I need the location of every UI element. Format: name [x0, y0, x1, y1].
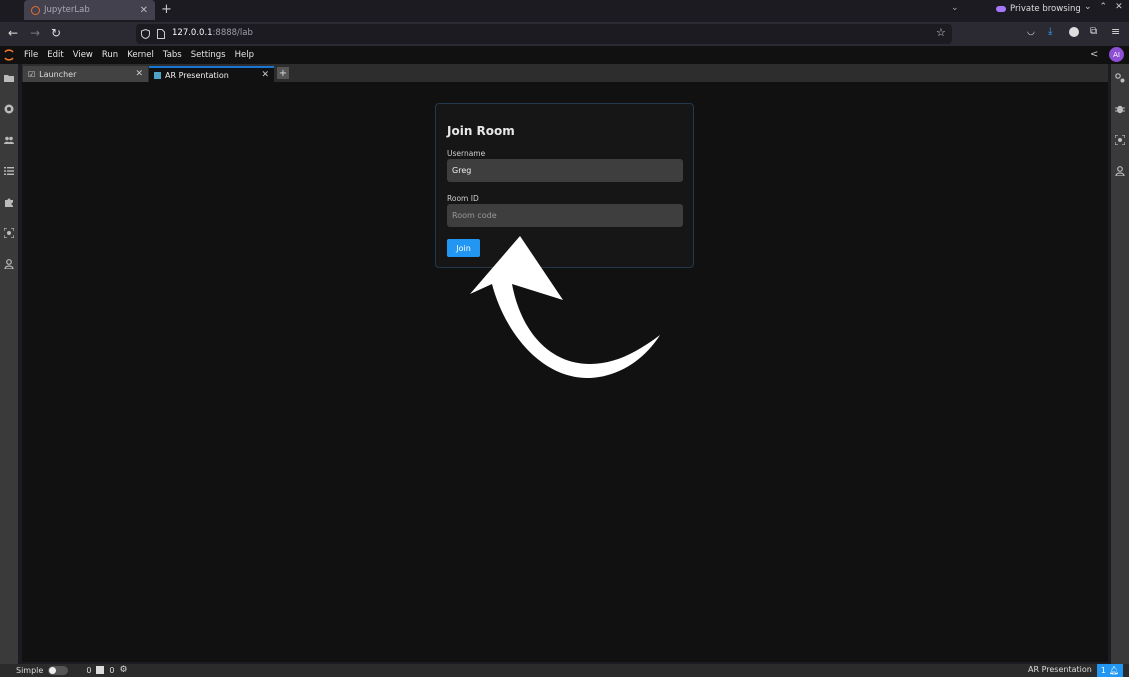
folder-icon[interactable] — [4, 73, 14, 83]
kernel-gear-icon: ⚙ — [119, 665, 128, 675]
collaborators-icon[interactable] — [4, 135, 14, 145]
url-text[interactable]: 127.0.0.1:8888/lab — [172, 28, 253, 38]
close-tab-icon[interactable]: ✕ — [140, 5, 148, 16]
browser-tab-strip: JupyterLab ✕ + ⌄ Private browsing ⌄ ⌃ ✕ — [0, 0, 1129, 22]
new-tab-button[interactable]: + — [161, 2, 172, 17]
bookmark-star-icon[interactable]: ☆ — [936, 26, 946, 39]
room-id-input[interactable] — [447, 204, 683, 227]
running-sessions-icon[interactable] — [4, 104, 14, 114]
menu-kernel[interactable]: Kernel — [127, 50, 154, 60]
jupyter-favicon-icon — [31, 5, 40, 15]
browser-tab-title: JupyterLab — [44, 5, 90, 15]
url-host: 127.0.0.1 — [172, 28, 213, 38]
close-window-icon[interactable]: ✕ — [1115, 2, 1123, 12]
widget-icon — [154, 71, 161, 79]
url-path: :8888/lab — [212, 28, 253, 38]
forward-arrow-icon[interactable]: → — [30, 26, 40, 40]
shield-icon — [141, 29, 150, 39]
extension-puzzle-icon[interactable] — [4, 197, 14, 207]
username-label: Username — [447, 149, 486, 158]
menu-settings[interactable]: Settings — [191, 50, 226, 60]
status-left: Simple 0 0 ⚙ — [16, 665, 128, 675]
menu-run[interactable]: Run — [102, 50, 118, 60]
bell-icon: 🔔︎ — [1108, 666, 1120, 675]
join-room-title: Join Room — [447, 124, 515, 138]
tab-launcher-label: Launcher — [39, 69, 77, 79]
back-arrow-icon[interactable]: ← — [8, 26, 18, 40]
menu-edit[interactable]: Edit — [47, 50, 63, 60]
menu-tabs[interactable]: Tabs — [163, 50, 182, 60]
menu-file[interactable]: File — [24, 50, 38, 60]
room-id-label: Room ID — [447, 194, 479, 203]
terminal-icon — [96, 666, 105, 674]
kernel-count[interactable]: 0 — [109, 666, 114, 675]
simple-mode-toggle[interactable] — [48, 665, 69, 675]
tab-ar-presentation-label: AR Presentation — [165, 70, 229, 80]
right-sidebar — [1111, 64, 1129, 664]
close-icon[interactable]: ✕ — [135, 69, 143, 79]
account-icon[interactable] — [1069, 27, 1079, 37]
window-controls: ⌄ ⌃ ✕ — [1084, 2, 1123, 12]
page-icon — [157, 29, 165, 39]
browser-tab[interactable]: JupyterLab ✕ — [24, 0, 155, 20]
camera-focus-icon[interactable] — [1115, 135, 1125, 145]
table-of-contents-icon[interactable] — [4, 166, 14, 176]
camera-focus-icon[interactable] — [4, 228, 14, 238]
private-browsing-label: Private browsing — [1010, 4, 1081, 14]
debugger-bug-icon[interactable] — [1115, 104, 1125, 114]
extensions-icon[interactable]: ⧉ — [1090, 26, 1097, 37]
chevron-down-icon[interactable]: ⌄ — [951, 3, 959, 13]
add-tab-button[interactable]: + — [277, 67, 289, 79]
terminal-count[interactable]: 0 — [86, 666, 91, 675]
status-bar: Simple 0 0 ⚙ AR Presentation 1 🔔︎ — [0, 664, 1129, 677]
notification-button[interactable]: 1 🔔︎ — [1097, 664, 1123, 677]
tab-ar-presentation[interactable]: AR Presentation ✕ — [149, 66, 274, 82]
left-sidebar — [0, 64, 18, 664]
share-icon[interactable]: < — [1090, 49, 1098, 60]
launcher-icon: ☑ — [28, 69, 36, 79]
notification-count: 1 — [1100, 666, 1106, 675]
property-inspector-icon[interactable] — [1115, 73, 1125, 83]
private-mask-icon — [996, 6, 1006, 12]
user-icon[interactable] — [1115, 166, 1125, 176]
curved-arrow-icon — [470, 236, 660, 378]
browser-navbar: ← → ↻ 127.0.0.1:8888/lab ☆ ◡ ⤓ ⧉ ≡ — [0, 22, 1129, 46]
avatar[interactable]: AI — [1109, 47, 1124, 62]
dock-tab-bar: ☑ Launcher ✕ AR Presentation ✕ + — [22, 64, 1108, 82]
close-icon[interactable]: ✕ — [261, 70, 269, 80]
chevron-up-icon[interactable]: ⌃ — [1100, 2, 1108, 12]
reload-icon[interactable]: ↻ — [51, 26, 61, 40]
chevron-down-icon[interactable]: ⌄ — [1084, 2, 1092, 12]
menu-view[interactable]: View — [73, 50, 93, 60]
url-bar[interactable]: 127.0.0.1:8888/lab ☆ — [136, 24, 952, 44]
jupyter-logo-icon — [0, 46, 18, 64]
pocket-icon[interactable]: ◡ — [1027, 27, 1035, 37]
jupyter-menubar: File Edit View Run Kernel Tabs Settings … — [0, 46, 1129, 64]
user-icon[interactable] — [4, 259, 14, 269]
private-browsing-indicator: Private browsing — [996, 4, 1081, 14]
simple-mode-label: Simple — [16, 665, 44, 675]
menu-help[interactable]: Help — [235, 50, 254, 60]
tab-launcher[interactable]: ☑ Launcher ✕ — [23, 66, 148, 82]
download-icon[interactable]: ⤓ — [1048, 26, 1052, 37]
hamburger-menu-icon[interactable]: ≡ — [1111, 25, 1120, 38]
active-document-label: AR Presentation — [1028, 665, 1092, 674]
username-input[interactable] — [447, 159, 683, 182]
